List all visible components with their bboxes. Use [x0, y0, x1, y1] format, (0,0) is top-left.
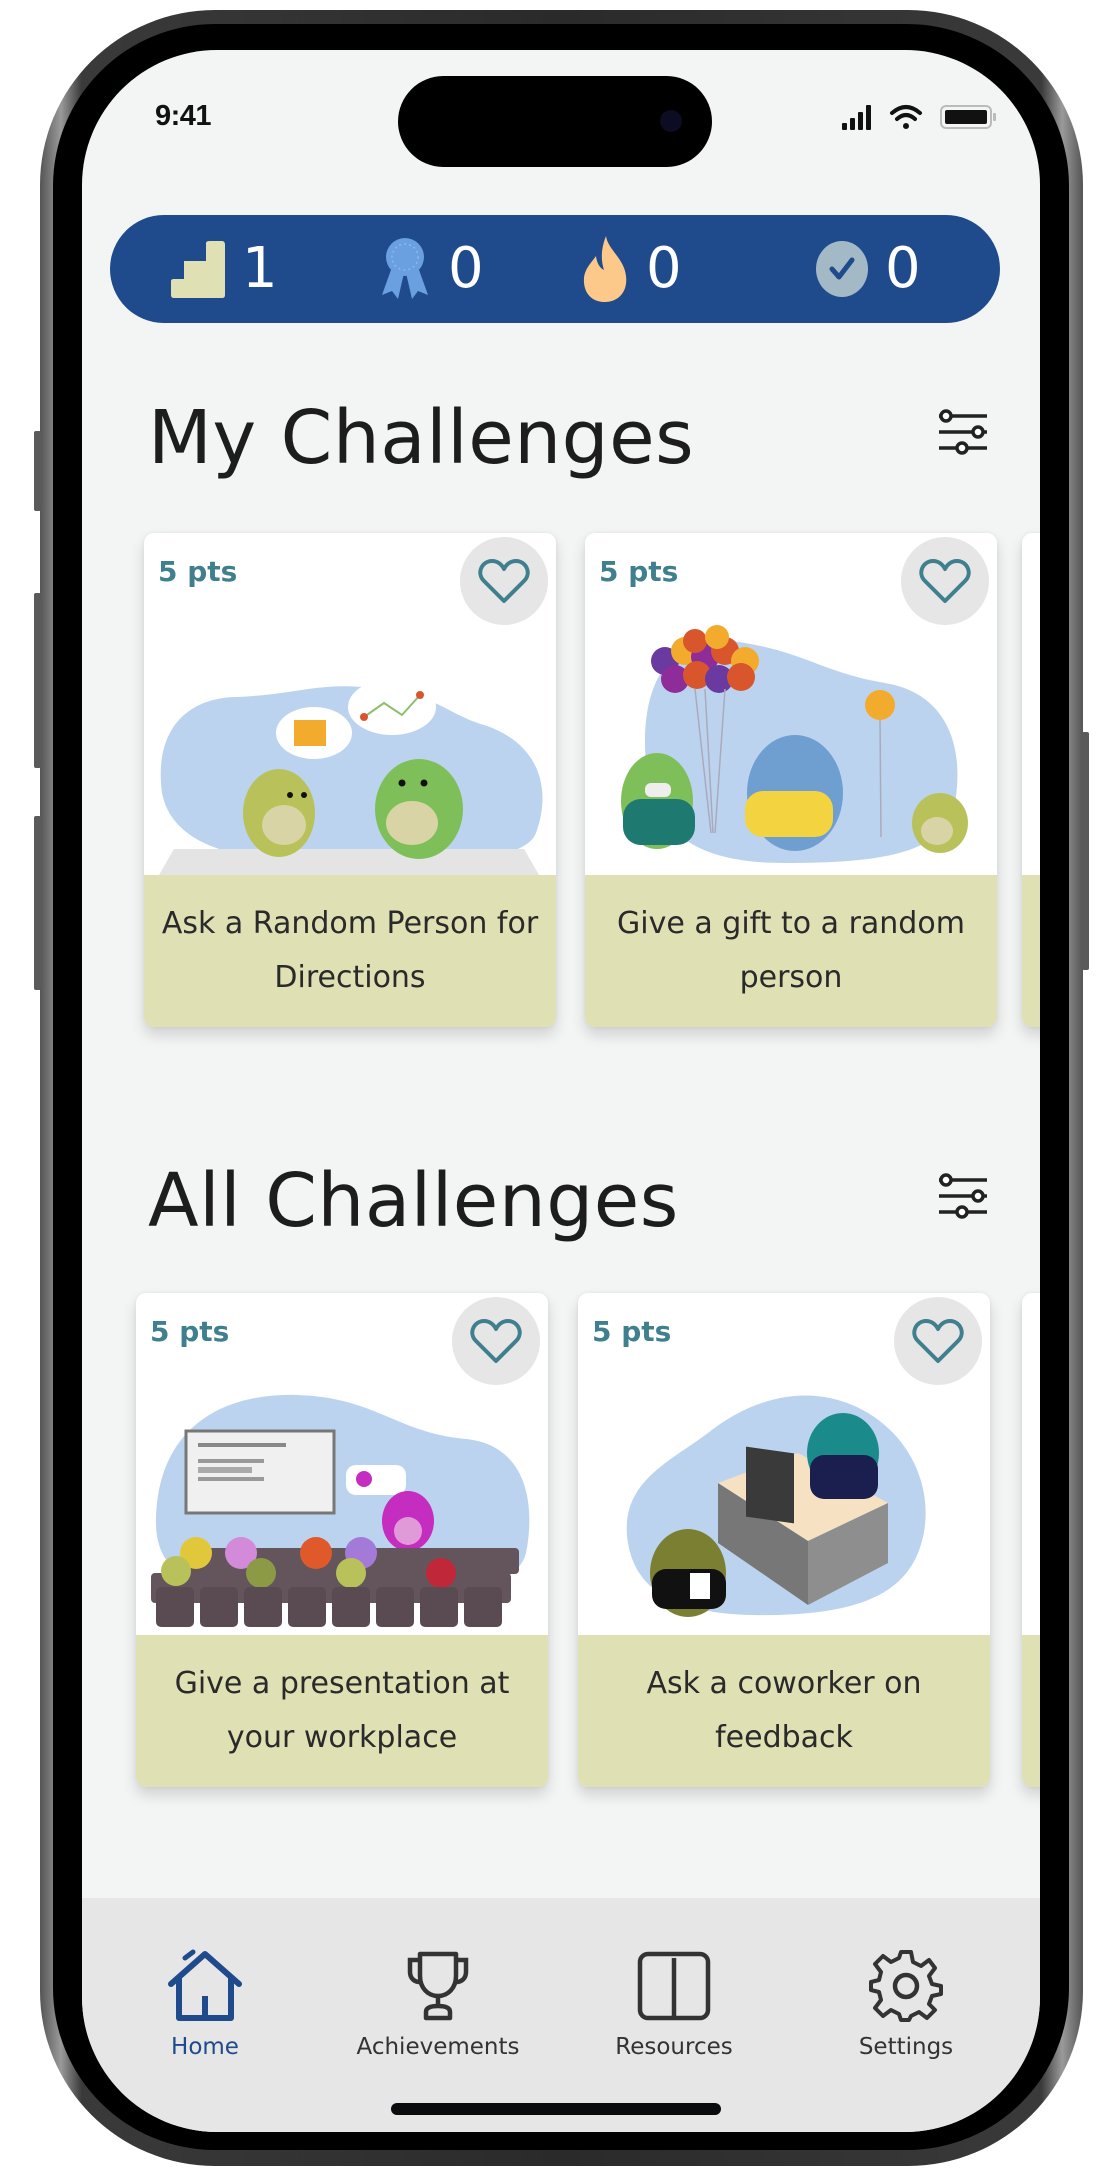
- challenge-caption: Ask a coworker on feedback: [578, 1635, 990, 1787]
- sliders-filter-icon: [939, 1173, 987, 1219]
- challenge-card[interactable]: 5 pts Give a gift to a random person: [585, 533, 997, 1027]
- points-label: 5 pts: [599, 555, 679, 588]
- front-camera: [660, 110, 682, 132]
- all-challenges-title: All Challenges: [148, 1158, 679, 1244]
- heart-icon: [478, 559, 530, 603]
- battery-icon: [940, 105, 996, 129]
- challenge-caption: Give a gift to a random person: [585, 875, 997, 1027]
- stat-streak[interactable]: 0: [580, 215, 682, 323]
- heart-icon: [912, 1319, 964, 1363]
- bottom-nav: Home Achievements Resources Settings: [82, 1898, 1040, 2132]
- book-icon: [637, 1951, 711, 2021]
- heart-icon: [470, 1319, 522, 1363]
- nav-item-resources[interactable]: Resources: [574, 1948, 774, 2060]
- volume-up-button: [34, 593, 41, 768]
- challenge-title: Ask a Random Person for Directions: [161, 906, 539, 995]
- stats-bar: 1 0 0 0: [110, 215, 1000, 323]
- my-challenges-filter-button[interactable]: [935, 408, 991, 456]
- favorite-button[interactable]: [452, 1297, 540, 1385]
- challenge-title: Give a presentation at your workplace: [174, 1666, 510, 1755]
- favorite-button[interactable]: [460, 537, 548, 625]
- stat-level-value: 1: [242, 236, 278, 301]
- challenge-card[interactable]: 5 pts Ask a coworker on feedback: [578, 1293, 990, 1787]
- home-indicator[interactable]: [391, 2103, 721, 2115]
- dynamic-island: [398, 76, 712, 167]
- volume-down-button: [34, 816, 41, 990]
- challenge-card-partial[interactable]: [1022, 1293, 1040, 1787]
- status-time: 9:41: [155, 100, 212, 132]
- trophy-icon: [407, 1951, 469, 2021]
- challenge-card-partial[interactable]: [1022, 533, 1040, 1027]
- illustration-feedback: [626, 1395, 926, 1617]
- nav-item-home[interactable]: Home: [105, 1948, 305, 2060]
- challenge-caption: Ask a Random Person for Directions: [144, 875, 556, 1027]
- challenge-card[interactable]: 5 pts Give a presentation at your workpl…: [136, 1293, 548, 1787]
- gear-icon: [869, 1950, 943, 2022]
- stat-completed[interactable]: 0: [815, 215, 921, 323]
- nav-label-settings: Settings: [858, 2034, 954, 2060]
- stat-streak-value: 0: [646, 236, 682, 301]
- check-circle-icon: [816, 241, 868, 297]
- sliders-filter-icon: [939, 409, 987, 455]
- challenge-caption: [1022, 1635, 1040, 1787]
- illustration-directions: [159, 679, 543, 875]
- stairs-level-icon: [171, 241, 225, 298]
- challenge-caption: Give a presentation at your workplace: [136, 1635, 548, 1787]
- nav-label-achievements: Achievements: [356, 2034, 520, 2060]
- points-label: 5 pts: [592, 1315, 672, 1348]
- action-button: [34, 431, 41, 511]
- points-label: 5 pts: [150, 1315, 230, 1348]
- heart-icon: [919, 559, 971, 603]
- my-challenges-title: My Challenges: [148, 395, 695, 481]
- phone-screen: 9:41 1 0 0 0 My Challenges 5 pts Ask a R…: [82, 50, 1040, 2132]
- power-button: [1082, 732, 1089, 970]
- nav-label-resources: Resources: [615, 2034, 733, 2060]
- challenge-caption: [1022, 875, 1040, 1027]
- illustration-presentation: [151, 1394, 530, 1627]
- nav-label-home: Home: [171, 2034, 239, 2060]
- challenge-title: Give a gift to a random person: [617, 906, 965, 995]
- favorite-button[interactable]: [894, 1297, 982, 1385]
- flame-streak-icon: [583, 236, 627, 302]
- stat-badges-value: 0: [448, 236, 484, 301]
- illustration-gift: [621, 625, 968, 863]
- nav-item-settings[interactable]: Settings: [806, 1948, 1006, 2060]
- status-icons: [837, 100, 1017, 134]
- favorite-button[interactable]: [901, 537, 989, 625]
- wifi-icon: [890, 105, 922, 129]
- challenge-title: Ask a coworker on feedback: [646, 1666, 922, 1755]
- nav-item-achievements[interactable]: Achievements: [338, 1948, 538, 2060]
- stat-badges[interactable]: 0: [378, 215, 484, 323]
- all-challenges-filter-button[interactable]: [935, 1172, 991, 1220]
- ribbon-badge-icon: [382, 238, 428, 299]
- home-icon: [168, 1949, 242, 2021]
- stat-level[interactable]: 1: [170, 215, 278, 323]
- challenge-card[interactable]: 5 pts Ask a Random Person for Directions: [144, 533, 556, 1027]
- stat-completed-value: 0: [885, 236, 921, 301]
- points-label: 5 pts: [158, 555, 238, 588]
- cellular-signal-icon: [842, 105, 871, 130]
